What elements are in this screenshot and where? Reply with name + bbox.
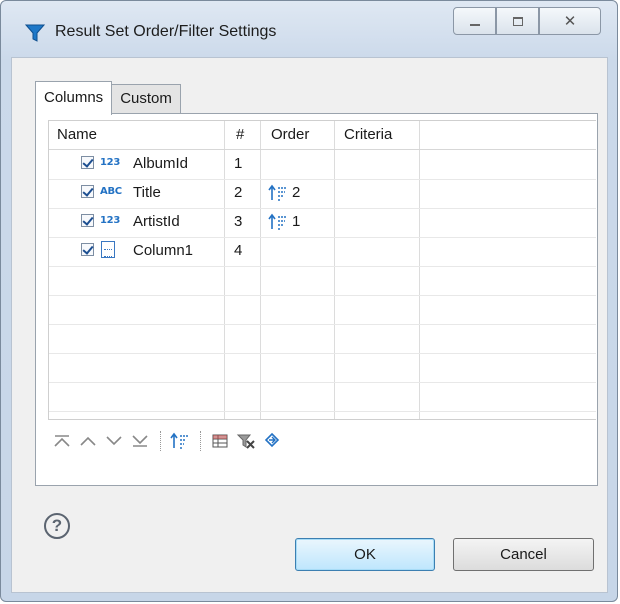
tab-columns[interactable]: Columns	[35, 81, 113, 115]
sort-icon	[170, 432, 188, 449]
move-down-icon	[106, 436, 122, 446]
table-row[interactable]: ABC Title 2 2	[49, 179, 596, 209]
close-button[interactable]: ✕	[539, 7, 601, 35]
row-checkbox[interactable]	[81, 185, 94, 198]
empty-row	[49, 382, 596, 412]
header-criteria[interactable]: Criteria	[344, 126, 392, 143]
numeric-type-icon: 123	[100, 215, 120, 226]
move-bottom-button[interactable]	[128, 429, 152, 453]
columns-panel: Name # Order Criteria 123 AlbumId 1 ABC …	[35, 113, 598, 486]
table-settings-button[interactable]	[208, 429, 232, 453]
empty-row	[49, 324, 596, 354]
tab-custom[interactable]: Custom	[111, 84, 181, 114]
minimize-icon	[469, 24, 480, 26]
column-number: 1	[234, 155, 243, 172]
move-down-button[interactable]	[102, 429, 126, 453]
text-type-icon: ABC	[100, 186, 122, 197]
column-number: 3	[234, 213, 243, 230]
dialog-window: Result Set Order/Filter Settings ✕ Colum…	[0, 0, 618, 602]
remove-filter-icon	[236, 434, 255, 449]
move-bottom-icon	[132, 435, 148, 447]
row-checkbox[interactable]	[81, 156, 94, 169]
table-row[interactable]: 123 ArtistId 3 1	[49, 208, 596, 238]
column-number: 2	[234, 184, 243, 201]
row-checkbox[interactable]	[81, 243, 94, 256]
sort-ascending-icon[interactable]	[268, 184, 290, 202]
move-top-button[interactable]	[50, 429, 74, 453]
window-title: Result Set Order/Filter Settings	[55, 23, 277, 40]
reset-button[interactable]	[260, 429, 284, 453]
tab-strip: Columns Custom	[35, 80, 181, 115]
header-name[interactable]: Name	[57, 126, 97, 143]
reset-icon	[264, 432, 280, 448]
move-up-button[interactable]	[76, 429, 100, 453]
columns-table[interactable]: Name # Order Criteria 123 AlbumId 1 ABC …	[48, 120, 596, 420]
header-order[interactable]: Order	[271, 126, 309, 143]
numeric-type-icon: 123	[100, 157, 120, 168]
title-bar: Result Set Order/Filter Settings ✕	[1, 1, 617, 57]
move-top-icon	[54, 435, 70, 447]
ok-button[interactable]: OK	[295, 538, 435, 571]
toolbar-separator	[200, 431, 202, 451]
maximize-icon	[512, 16, 523, 26]
empty-row	[49, 266, 596, 296]
sort-order-value: 2	[292, 184, 301, 201]
column-number: 4	[234, 242, 243, 259]
maximize-button[interactable]	[496, 7, 539, 35]
move-up-icon	[80, 436, 96, 446]
column-name: Column1	[133, 242, 194, 259]
help-icon[interactable]: ?	[44, 513, 70, 539]
document-type-icon	[101, 241, 115, 258]
close-icon: ✕	[563, 13, 577, 30]
row-checkbox[interactable]	[81, 214, 94, 227]
window-controls: ✕	[453, 7, 601, 35]
empty-row	[49, 353, 596, 383]
table-header: Name # Order Criteria	[49, 121, 596, 150]
grid-toolbar	[50, 426, 286, 456]
empty-row	[49, 295, 596, 325]
column-name: AlbumId	[133, 155, 189, 172]
column-name: ArtistId	[133, 213, 180, 230]
remove-filter-button[interactable]	[234, 429, 258, 453]
table-settings-icon	[212, 434, 228, 448]
table-row[interactable]: Column1 4	[49, 237, 596, 267]
sort-ascending-icon[interactable]	[268, 213, 290, 231]
filter-icon	[25, 24, 45, 42]
header-number[interactable]: #	[236, 126, 244, 143]
minimize-button[interactable]	[453, 7, 496, 35]
cancel-button[interactable]: Cancel	[453, 538, 594, 571]
column-name: Title	[133, 184, 161, 201]
sort-order-value: 1	[292, 213, 301, 230]
sort-button[interactable]	[168, 429, 192, 453]
table-row[interactable]: 123 AlbumId 1	[49, 150, 596, 180]
toolbar-separator	[160, 431, 162, 451]
